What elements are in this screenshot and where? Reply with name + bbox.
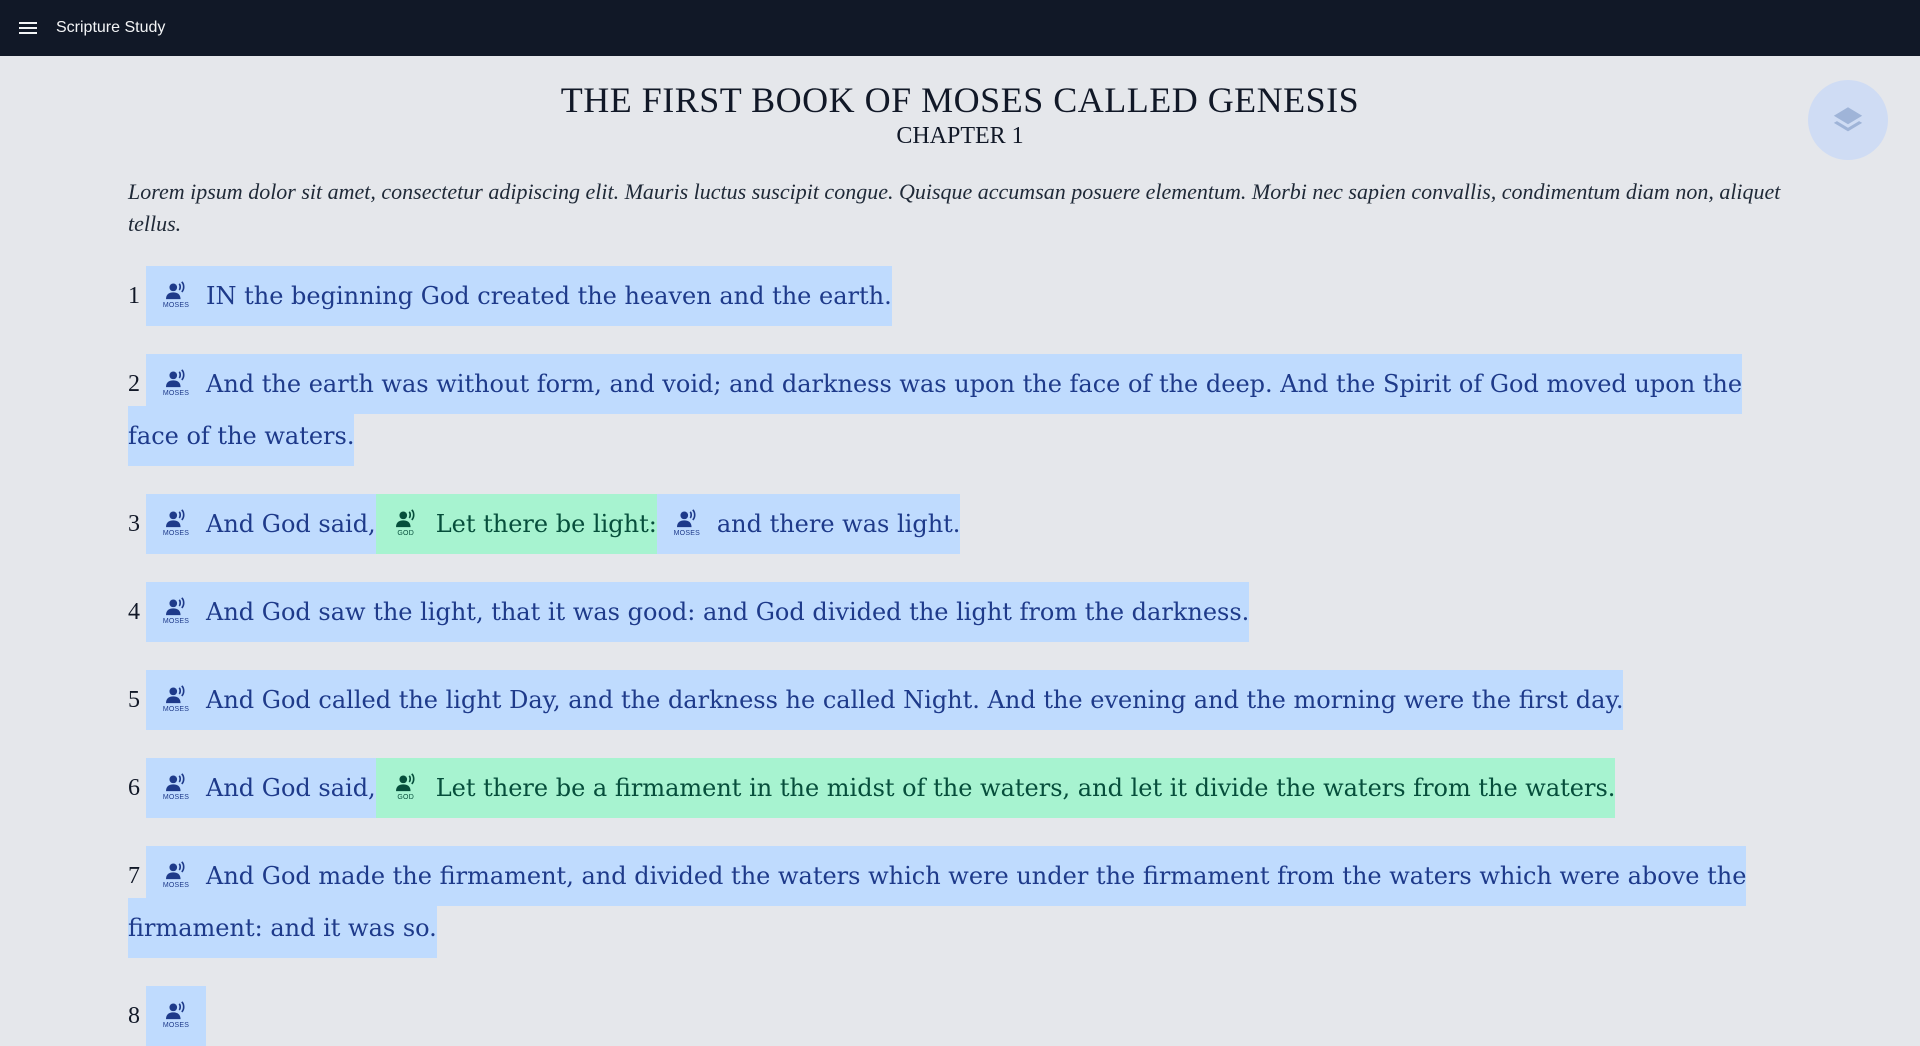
record-voice-icon (395, 509, 417, 529)
speaker-label: MOSES (162, 706, 190, 713)
record-voice-icon (165, 685, 187, 705)
verse-3: 3 MOSES And God said, GOD Let there be light… (128, 494, 1792, 554)
verse-number: 7 (128, 863, 140, 889)
speaker-badge[interactable]: GOD (376, 773, 436, 802)
verse-5: 5 MOSES And God called the light Day, and … (128, 670, 1792, 730)
speaker-badge[interactable]: MOSES (146, 861, 206, 890)
record-voice-icon (165, 1001, 187, 1021)
verse-number: 1 (128, 283, 140, 309)
verse-2: 2 MOSES And the earth was without form, an… (128, 354, 1792, 466)
speaker-label: MOSES (162, 530, 190, 537)
verse-text: And God said, (206, 510, 376, 538)
verse-text: And God made the firmament, and divided … (128, 862, 1747, 942)
record-voice-icon (165, 773, 187, 793)
speech-segment-god[interactable]: GOD Let there be a firmament in the midst… (375, 758, 1616, 818)
record-voice-icon (165, 369, 187, 389)
verse-number: 2 (128, 371, 140, 397)
layers-icon (1833, 107, 1863, 132)
verse-number: 4 (128, 599, 140, 625)
speaker-label: GOD (397, 530, 414, 537)
record-voice-icon (165, 861, 187, 881)
speaker-badge[interactable]: MOSES (146, 685, 206, 714)
speaker-label: MOSES (162, 882, 190, 889)
speaker-badge[interactable]: MOSES (146, 281, 206, 310)
speech-segment-moses[interactable]: MOSES (146, 986, 206, 1046)
verse-4: 4 MOSES And God saw the light, that it was… (128, 582, 1792, 642)
chapter-title: CHAPTER 1 (896, 123, 1024, 149)
speaker-label: MOSES (162, 794, 190, 801)
chapter-content: THE FIRST BOOK OF MOSES CALLED GENESIS C… (128, 56, 1792, 1046)
chapter-intro: Lorem ipsum dolor sit amet, consectetur … (128, 179, 1781, 236)
verse-text: IN the beginning God created the heaven … (206, 282, 892, 310)
verse-number: 3 (128, 511, 140, 537)
speaker-badge[interactable]: MOSES (146, 1001, 206, 1030)
record-voice-icon (676, 509, 698, 529)
menu-button[interactable] (14, 14, 42, 42)
speaker-badge[interactable]: GOD (376, 509, 436, 538)
record-voice-icon (165, 509, 187, 529)
speech-segment-moses[interactable]: MOSES IN the beginning God created the he… (146, 266, 892, 326)
speaker-label: MOSES (162, 390, 190, 397)
verse-text: And God saw the light, that it was good:… (206, 598, 1250, 626)
record-voice-icon (165, 281, 187, 301)
verse-text: Let there be a firmament in the midst of… (435, 774, 1616, 802)
speech-segment-moses[interactable]: MOSES And God said, (146, 494, 376, 554)
speaker-badge[interactable]: MOSES (146, 369, 206, 398)
hamburger-menu-icon (19, 22, 37, 34)
speech-segment-moses[interactable]: MOSES and there was light. (656, 494, 961, 554)
verse-number: 5 (128, 687, 140, 713)
verse-8: 8 MOSES (128, 986, 1792, 1046)
speaker-label: MOSES (162, 618, 190, 625)
speaker-label: MOSES (673, 530, 700, 537)
speaker-label: MOSES (162, 1022, 190, 1029)
speaker-label: MOSES (162, 302, 190, 309)
app-title: Scripture Study (56, 19, 166, 36)
speaker-badge[interactable]: MOSES (146, 597, 206, 626)
speech-segment-god[interactable]: GOD Let there be light: (375, 494, 657, 554)
book-title: THE FIRST BOOK OF MOSES CALLED GENESIS (560, 80, 1360, 120)
record-voice-icon (395, 773, 417, 793)
speech-segment-moses[interactable]: MOSES And God made the firmament, and div… (128, 846, 1747, 958)
speech-segment-moses[interactable]: MOSES And God saw the light, that it was … (146, 582, 1250, 642)
verse-1: 1 MOSES IN the beginning God created the h… (128, 266, 1792, 326)
verse-list: 1 MOSES IN the beginning God created the h… (128, 266, 1792, 1046)
verse-number: 8 (128, 1003, 140, 1029)
verse-text: and there was light. (716, 510, 961, 538)
record-voice-icon (165, 597, 187, 617)
verse-text: And the earth was without form, and void… (128, 370, 1743, 450)
speech-segment-moses[interactable]: MOSES And the earth was without form, and… (128, 354, 1743, 466)
verse-text: Let there be light: (435, 510, 657, 538)
layers-button[interactable] (1808, 80, 1888, 160)
verse-text: And God said, (206, 774, 376, 802)
speech-segment-moses[interactable]: MOSES And God said, (146, 758, 376, 818)
verse-7: 7 MOSES And God made the firmament, and di… (128, 846, 1792, 958)
speaker-badge[interactable]: MOSES (146, 773, 206, 802)
top-app-bar: Scripture Study (0, 0, 1920, 56)
verse-6: 6 MOSES And God said, GOD Let there be a fir… (128, 758, 1792, 818)
verse-text: And God called the light Day, and the da… (206, 686, 1624, 714)
verse-number: 6 (128, 775, 140, 801)
speaker-badge[interactable]: MOSES (657, 509, 717, 538)
speaker-label: GOD (397, 794, 414, 801)
speaker-badge[interactable]: MOSES (146, 509, 206, 538)
speech-segment-moses[interactable]: MOSES And God called the light Day, and t… (146, 670, 1624, 730)
